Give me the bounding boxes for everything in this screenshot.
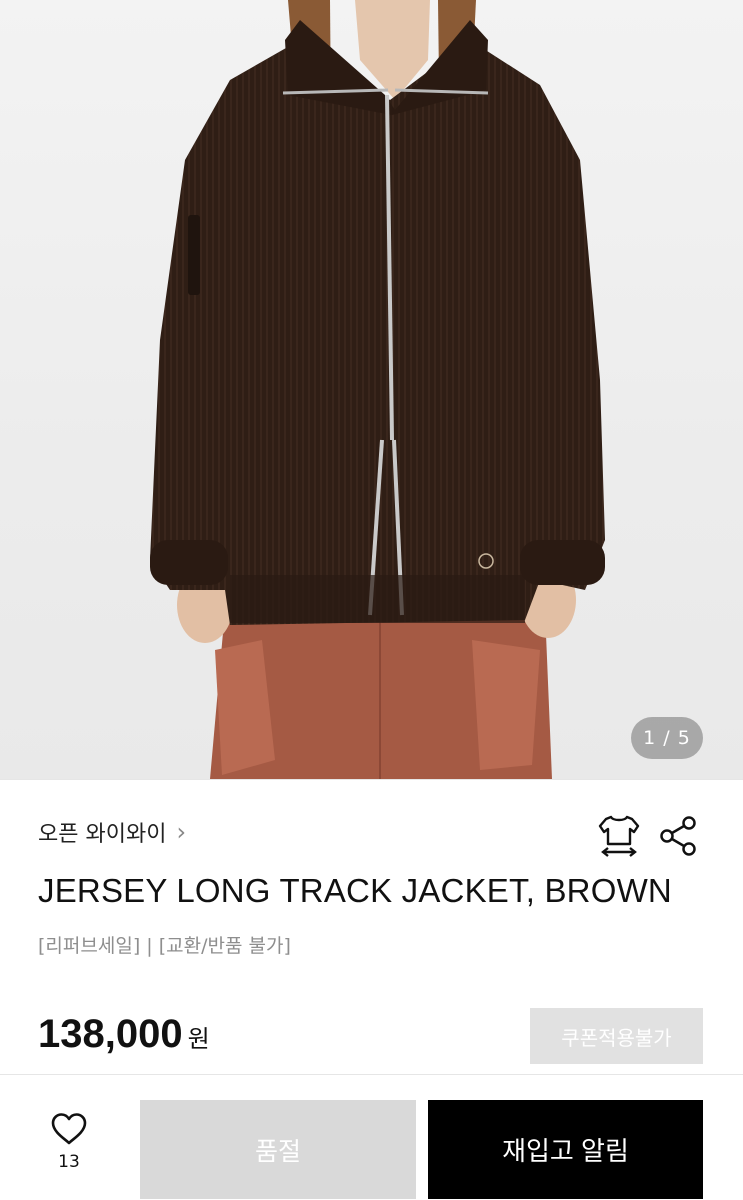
brand-link[interactable]: 오픈 와이와이 › xyxy=(38,816,186,848)
product-price: 138,000 원 xyxy=(38,1012,210,1057)
shirt-size-icon xyxy=(598,815,640,857)
restock-alert-button[interactable]: 재입고 알림 xyxy=(428,1100,703,1199)
coupon-button[interactable]: 쿠폰적용불가 xyxy=(530,1008,703,1064)
chevron-right-icon: › xyxy=(176,818,187,846)
divider xyxy=(0,1074,743,1075)
heart-icon xyxy=(51,1113,87,1145)
like-button[interactable]: 13 xyxy=(40,1112,98,1190)
divider xyxy=(0,779,743,780)
price-amount: 138,000 xyxy=(38,1012,183,1056)
brand-name: 오픈 와이와이 xyxy=(38,822,167,847)
product-photo xyxy=(150,0,605,779)
share-button[interactable] xyxy=(659,815,699,857)
size-guide-button[interactable] xyxy=(598,813,640,859)
share-icon xyxy=(660,816,696,856)
product-image-gallery[interactable]: 1 / 5 xyxy=(0,0,743,779)
soldout-button[interactable]: 품절 xyxy=(140,1100,416,1199)
product-title: JERSEY LONG TRACK JACKET, BROWN xyxy=(38,872,672,909)
image-pager: 1 / 5 xyxy=(631,717,703,759)
like-count: 13 xyxy=(58,1152,80,1172)
price-unit: 원 xyxy=(187,1025,210,1053)
sale-notice: [리퍼브세일] | [교환/반품 불가] xyxy=(38,935,291,957)
